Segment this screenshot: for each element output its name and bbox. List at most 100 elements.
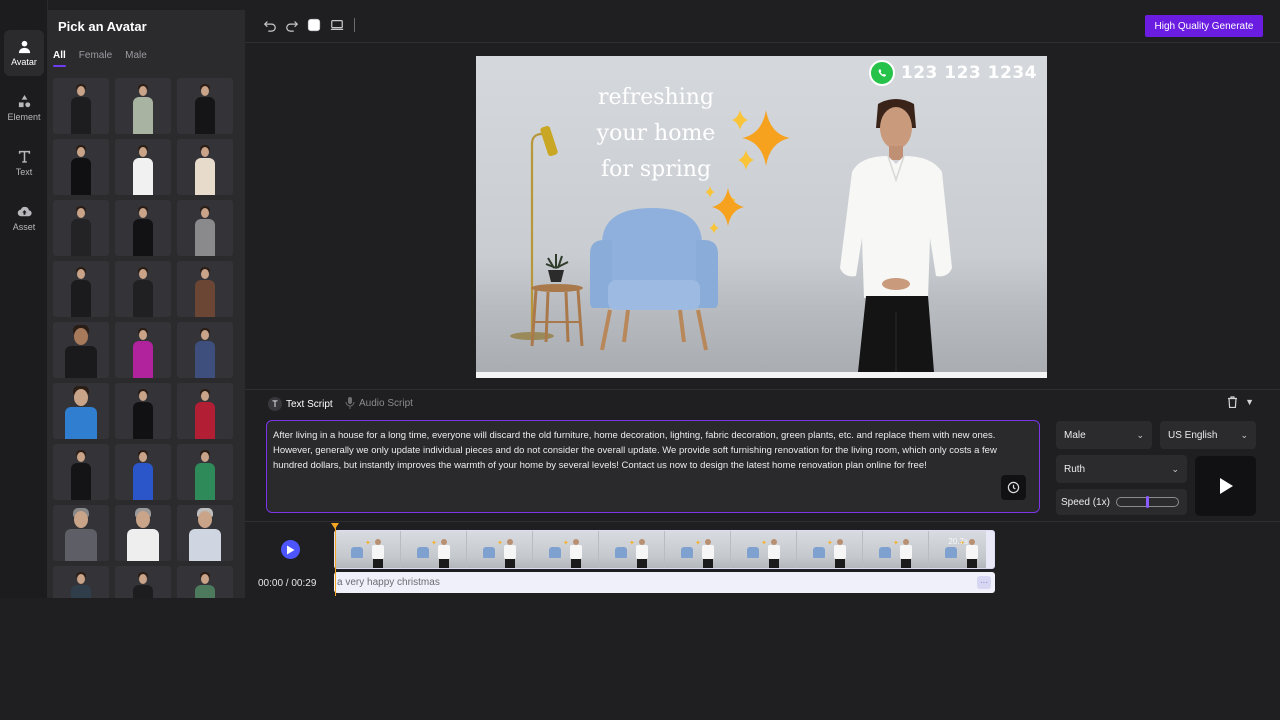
tab-all[interactable]: All (53, 50, 66, 67)
avatar-thumb[interactable] (53, 200, 109, 256)
more-options-button[interactable]: ··· (977, 576, 991, 589)
phone-banner[interactable]: 123 123 1234 (868, 60, 1037, 86)
slogan-line: refreshing (598, 85, 714, 110)
avatar-thumb[interactable] (177, 139, 233, 195)
tab-audio-script-label: Audio Script (359, 397, 413, 409)
caption-track[interactable]: a very happy christmas ··· (334, 572, 995, 593)
background-color-icon[interactable] (307, 18, 321, 32)
clip-duration: 20.7s (948, 537, 968, 546)
clip-frame: ✦ (863, 531, 929, 568)
avatar-thumb[interactable] (53, 444, 109, 500)
shapes-icon (18, 94, 30, 108)
avatar-thumb[interactable] (115, 505, 171, 561)
timeline-playhead[interactable] (331, 523, 339, 596)
slogan-text[interactable]: refreshing your home for spring (586, 80, 726, 188)
avatar-thumb[interactable] (115, 139, 171, 195)
tab-female[interactable]: Female (79, 50, 112, 67)
clip-frame: ✦ (335, 531, 401, 568)
clip-frame: ✦ (533, 531, 599, 568)
avatar-thumb[interactable] (177, 200, 233, 256)
avatar-thumb[interactable] (177, 566, 233, 598)
aspect-ratio-icon[interactable] (330, 18, 344, 32)
avatar-thumb[interactable] (53, 322, 109, 378)
video-clip-strip[interactable]: ✦ ✦ ✦ ✦ ✦ ✦ ✦ ✦ ✦ ✦ 20.7s (334, 530, 995, 569)
rail-label-element: Element (7, 112, 41, 122)
tab-audio-script[interactable]: Audio Script (345, 397, 413, 409)
avatar-thumb[interactable] (177, 322, 233, 378)
chevron-down-icon: ⌄ (1240, 429, 1248, 440)
panel-title: Pick an Avatar (58, 19, 147, 34)
video-canvas[interactable]: refreshing your home for spring 123 123 … (476, 56, 1047, 378)
avatar-thumb[interactable] (115, 261, 171, 317)
rail-item-avatar[interactable]: Avatar (4, 30, 44, 76)
undo-icon[interactable] (263, 18, 277, 32)
language-select[interactable]: US English ⌄ (1160, 421, 1256, 449)
phone-number: 123 123 1234 (900, 63, 1037, 83)
clip-trim-handle[interactable] (986, 531, 994, 568)
tab-text-script[interactable]: T Text Script (268, 397, 333, 411)
avatar-grid (53, 78, 233, 598)
avatar-thumb[interactable] (53, 383, 109, 439)
preview-stage: refreshing your home for spring 123 123 … (245, 43, 1280, 390)
script-textarea[interactable]: After living in a house for a long time,… (266, 420, 1040, 513)
clip-frame: ✦ (731, 531, 797, 568)
redo-icon[interactable] (285, 18, 299, 32)
avatar-thumb[interactable] (177, 444, 233, 500)
voice-select-value: Ruth (1064, 463, 1086, 475)
presenter-avatar-image[interactable] (830, 98, 962, 372)
timeline-play-button[interactable] (281, 540, 300, 559)
side-table-image (530, 254, 584, 347)
avatar-thumb[interactable] (177, 505, 233, 561)
chevron-down-icon: ⌄ (1136, 429, 1144, 440)
avatar-thumb[interactable] (53, 139, 109, 195)
trash-icon[interactable] (1227, 396, 1238, 408)
language-select-value: US English (1168, 429, 1218, 441)
avatar-thumb[interactable] (115, 566, 171, 598)
pause-timing-button[interactable] (1001, 475, 1026, 500)
gender-select[interactable]: Male ⌄ (1056, 421, 1152, 449)
avatar-thumb[interactable] (177, 261, 233, 317)
gender-select-value: Male (1064, 429, 1086, 441)
clip-frame: ✦ (467, 531, 533, 568)
top-toolbar: High Quality Generate (245, 10, 1280, 43)
rail-item-element[interactable]: Element (4, 85, 44, 131)
clip-frame: ✦ (665, 531, 731, 568)
avatar-thumb[interactable] (115, 322, 171, 378)
slogan-line: for spring (600, 157, 712, 182)
preview-voice-play-button[interactable] (1195, 456, 1256, 516)
script-panel: T Text Script Audio Script ▼ After livin… (245, 391, 1280, 522)
avatar-thumb[interactable] (53, 505, 109, 561)
speed-control: Speed (1x) (1056, 489, 1187, 515)
avatar-thumb[interactable] (115, 444, 171, 500)
rail-item-text[interactable]: Text (4, 140, 44, 186)
chevron-down-icon: ⌄ (1171, 463, 1179, 474)
avatar-thumb[interactable] (115, 78, 171, 134)
play-icon (1219, 478, 1233, 494)
rail-label-avatar: Avatar (11, 57, 37, 67)
canvas-bottom-bar (476, 372, 1047, 378)
user-icon (18, 40, 30, 54)
tab-male[interactable]: Male (125, 50, 147, 67)
avatar-thumb[interactable] (53, 78, 109, 134)
avatar-thumb[interactable] (115, 383, 171, 439)
armchair-image (590, 208, 718, 351)
avatar-thumb[interactable] (115, 200, 171, 256)
speed-slider[interactable] (1115, 496, 1179, 508)
play-icon (287, 545, 295, 554)
text-icon (18, 150, 30, 163)
caption-text: a very happy christmas (337, 577, 440, 588)
cloud-upload-icon (17, 206, 32, 217)
avatar-thumb[interactable] (177, 383, 233, 439)
avatar-thumb[interactable] (53, 566, 109, 598)
rail-item-asset[interactable]: Asset (4, 195, 44, 241)
high-quality-generate-button[interactable]: High Quality Generate (1145, 15, 1263, 37)
caret-down-icon[interactable]: ▼ (1245, 397, 1254, 407)
avatar-thumb[interactable] (177, 78, 233, 134)
voice-select[interactable]: Ruth ⌄ (1056, 455, 1187, 483)
avatar-panel: Pick an Avatar All Female Male (48, 10, 245, 598)
clock-icon (1007, 481, 1020, 494)
avatar-thumb[interactable] (53, 261, 109, 317)
speed-slider-knob[interactable] (1145, 496, 1149, 508)
timeline: 00:00 / 00:29 ✦ ✦ ✦ ✦ ✦ ✦ ✦ ✦ ✦ ✦ 20.7s … (245, 523, 1280, 598)
sparkle-icon (705, 186, 744, 234)
